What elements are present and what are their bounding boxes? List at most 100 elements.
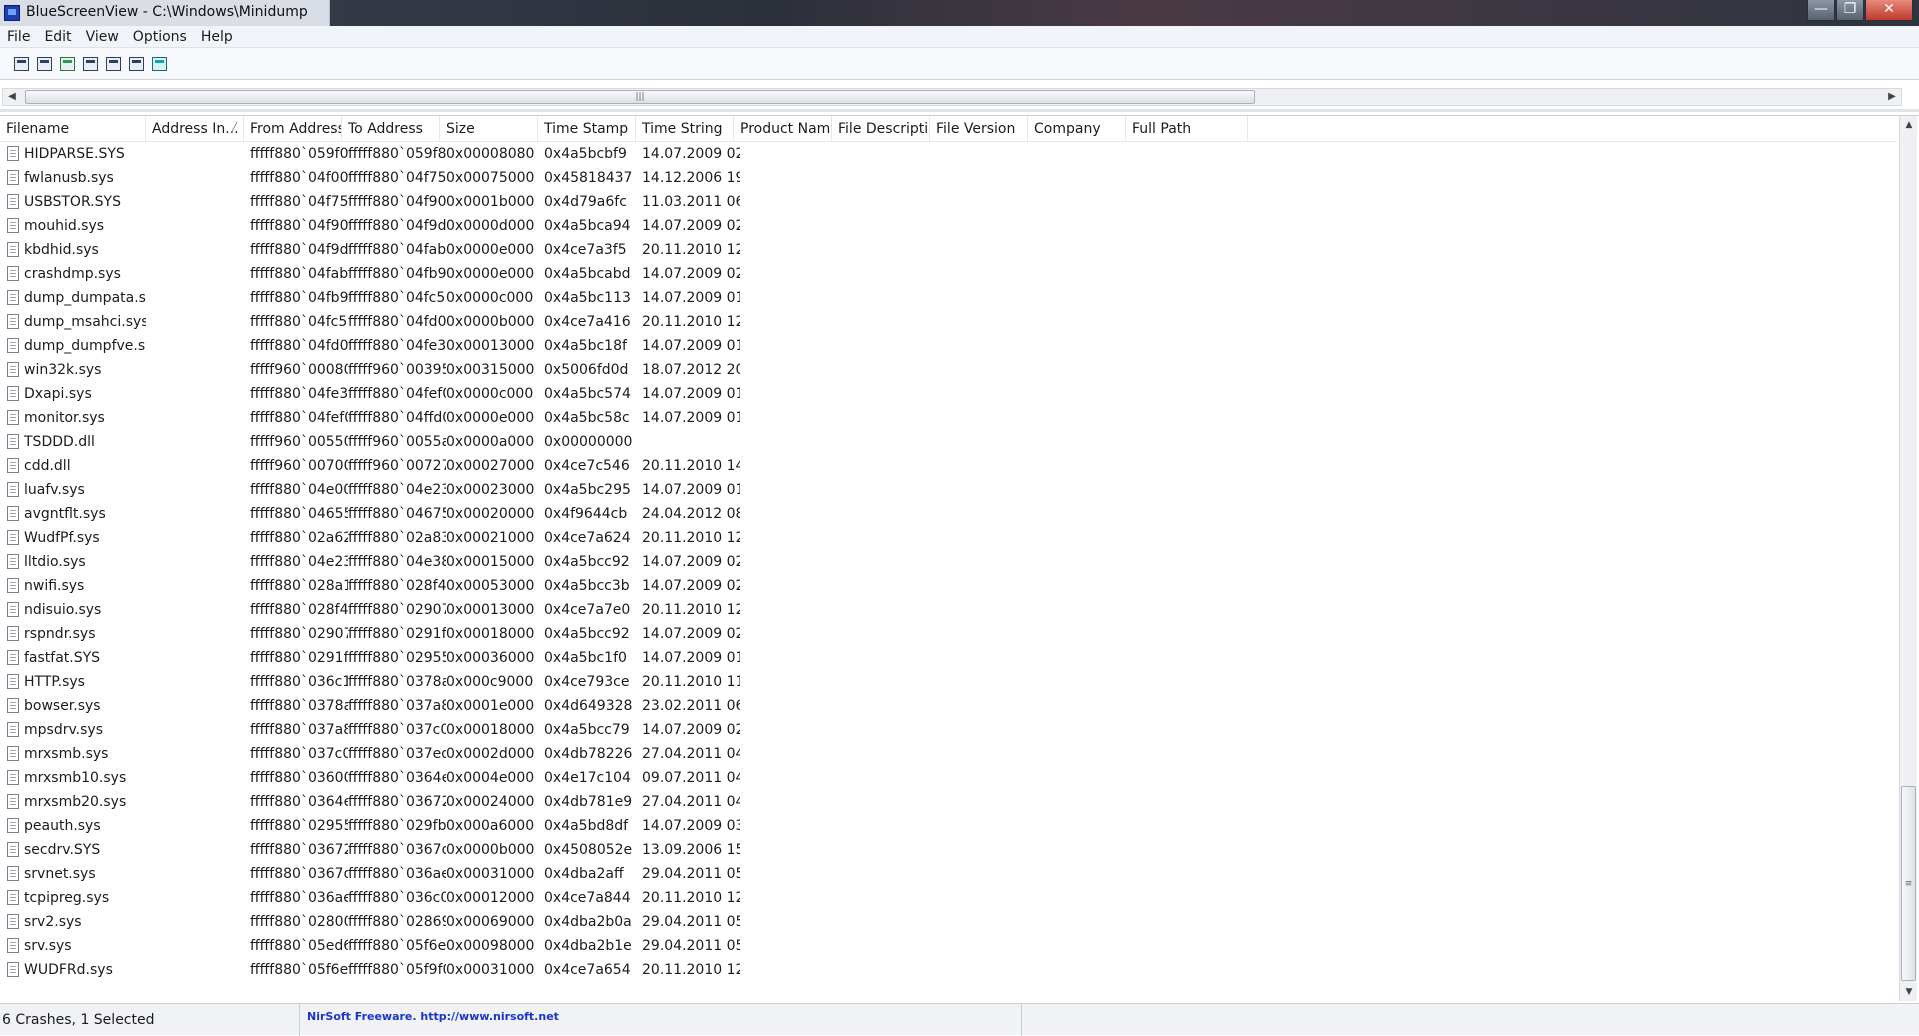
table-row[interactable]: WUDFRd.sys fffff880`05f6e0...fffff880`05f… [0,958,1897,982]
cell-time-string: 20.11.2010 14:... [642,458,740,474]
table-row[interactable]: kbdhid.sys fffff880`04f9d0...fffff880`04f… [0,238,1897,262]
cell-filename: monitor.sys [24,410,105,426]
table-row[interactable]: win32k.sys fffff960`00080...fffff960`0039… [0,358,1897,382]
table-row[interactable]: srv.sys fffff880`05ed6...fffff880`05f6e0.… [0,934,1897,958]
nirsoft-link[interactable]: NirSoft Freeware. http://www.nirsoft.net [307,1010,559,1023]
table-row[interactable]: secdrv.SYS fffff880`03672...fffff880`0367… [0,838,1897,862]
find-icon[interactable] [125,53,147,75]
column-size[interactable]: Size [440,116,538,142]
cell-time-string: 09.07.2011 04:... [642,770,740,786]
table-row[interactable]: fastfat.SYS fffff880`0291f0...fffff880`02… [0,646,1897,670]
cell-address-in-stack [146,910,244,934]
table-row[interactable]: avgntflt.sys fffff880`04655...fffff880`04… [0,502,1897,526]
scroll-up-icon[interactable]: ▲ [1900,116,1918,134]
column-product-name[interactable]: Product Name [734,116,832,142]
table-row[interactable]: WudfPf.sys fffff880`02a62...fffff880`02a8… [0,526,1897,550]
cell-address-in-stack [146,334,244,358]
table-row[interactable]: lltdio.sys fffff880`04e23...fffff880`04e3… [0,550,1897,574]
scroll-down-icon[interactable]: ▼ [1900,983,1918,1001]
table-row[interactable]: nwifi.sys fffff880`028a1...fffff880`028f4… [0,574,1897,598]
cell-time-string: 14.07.2009 01:... [642,410,740,426]
column-full-path[interactable]: Full Path [1126,116,1248,142]
column-time-string[interactable]: Time String [636,116,734,142]
copy-icon[interactable] [79,53,101,75]
table-row[interactable]: mrxsmb10.sys fffff880`03600...fffff880`03… [0,766,1897,790]
cell-address-in-stack [146,286,244,310]
driver-list[interactable]: Filename Address In... ╱ From Address To … [0,115,1919,1001]
column-filename[interactable]: Filename [0,116,146,142]
table-row[interactable]: USBSTOR.SYS fffff880`04f750...fffff880`04… [0,190,1897,214]
cell-filename: srv.sys [24,938,72,954]
cell-to-address: fffff880`04ffd0... [348,410,446,426]
driver-file-icon [7,602,19,617]
maximize-button[interactable]: ❐ [1836,0,1864,21]
table-row[interactable]: peauth.sys fffff880`02955...fffff880`029f… [0,814,1897,838]
driver-rows: HIDPARSE.SYSfffff880`059f00...fffff880`0… [0,142,1897,1001]
column-from-address[interactable]: From Address [244,116,342,142]
minimize-button[interactable]: — [1807,0,1835,21]
close-button[interactable]: ✕ [1865,0,1913,21]
table-row[interactable]: mrxsmb20.sys fffff880`0364e...fffff880`03… [0,790,1897,814]
table-row[interactable]: fwlanusb.sys fffff880`04f000...fffff880`0… [0,166,1897,190]
scroll-left-icon[interactable]: ◀ [3,89,21,105]
table-row[interactable]: mouhid.sys fffff880`04f900...fffff880`04f… [0,214,1897,238]
column-to-address[interactable]: To Address [342,116,440,142]
column-address-in-stack[interactable]: Address In... ╱ [146,116,244,142]
table-row[interactable]: crashdmp.sys fffff880`04fab0...fffff880`0… [0,262,1897,286]
table-row[interactable]: bowser.sys fffff880`0378a...fffff880`037a… [0,694,1897,718]
cell-from-address: fffff880`02800... [250,914,348,930]
vertical-scroll-thumb[interactable]: ≡ [1901,786,1916,981]
table-row[interactable]: HIDPARSE.SYS fffff880`059f00...fffff880`0… [0,142,1897,166]
advanced-options-icon[interactable] [102,53,124,75]
status-crash-count: 6 Crashes, 1 Selected [0,1004,300,1036]
scroll-right-icon[interactable]: ▶ [1883,89,1901,105]
menu-options[interactable]: Options [126,26,194,48]
table-row[interactable]: monitor.sys fffff880`04fef0...fffff880`04… [0,406,1897,430]
driver-file-icon [7,794,19,809]
cell-from-address: fffff880`028a1... [250,578,348,594]
table-row[interactable]: cdd.dll fffff960`00700...fffff960`00727..… [0,454,1897,478]
table-row[interactable]: dump_msahci.sys fffff880`04fc50...fffff88… [0,310,1897,334]
cell-filename: cdd.dll [24,458,71,474]
vertical-scrollbar[interactable]: ▲ ≡ ▼ [1899,116,1917,1001]
table-row[interactable]: srv2.sys fffff880`02800...fffff880`02869.… [0,910,1897,934]
horizontal-scroll-thumb[interactable]: ||| [25,90,1255,104]
cell-address-in-stack [146,262,244,286]
column-file-description[interactable]: File Description [832,116,930,142]
table-row[interactable]: rspndr.sys fffff880`02907...fffff880`0291… [0,622,1897,646]
table-row[interactable]: srvnet.sys fffff880`0367d...fffff880`036a… [0,862,1897,886]
table-row[interactable]: Dxapi.sys fffff880`04fe30...fffff880`04fe… [0,382,1897,406]
cell-address-in-stack [146,166,244,190]
cell-from-address: fffff880`05ed6... [250,938,348,954]
cell-filename: dump_dumpata.sys [24,290,146,306]
exit-icon[interactable] [148,53,170,75]
table-row[interactable]: TSDDD.dll fffff960`00550...fffff960`0055a… [0,430,1897,454]
column-file-version[interactable]: File Version [930,116,1028,142]
cell-size: 0x0000d000 [446,218,535,234]
table-row[interactable]: dump_dumpata.sys fffff880`04fb90...fffff8… [0,286,1897,310]
menu-view[interactable]: View [79,26,126,48]
cell-time-stamp: 0x4a5bc295 [544,482,631,498]
menu-edit[interactable]: Edit [37,26,78,48]
properties-icon[interactable] [10,53,32,75]
table-row[interactable]: luafv.sys fffff880`04e00...fffff880`04e23… [0,478,1897,502]
cell-from-address: fffff880`04fef0... [250,410,348,426]
refresh-icon[interactable] [56,53,78,75]
cell-size: 0x00008080 [446,146,535,162]
table-row[interactable]: HTTP.sys fffff880`036c1...fffff880`0378a.… [0,670,1897,694]
table-row[interactable]: tcpipreg.sys fffff880`036ae...fffff880`03… [0,886,1897,910]
table-row[interactable]: mrxsmb.sys fffff880`037c0...fffff880`037e… [0,742,1897,766]
table-row[interactable]: dump_dumpfve.sys fffff880`04fd00...fffff8… [0,334,1897,358]
column-company[interactable]: Company [1028,116,1126,142]
table-row[interactable]: mpsdrv.sys fffff880`037a8...fffff880`037c… [0,718,1897,742]
menu-file[interactable]: File [0,26,37,48]
horizontal-scrollbar[interactable]: ◀ ||| ▶ [2,88,1902,106]
crash-list-pane[interactable]: ◀ ||| ▶ [0,80,1919,112]
cell-to-address: fffff880`03672... [348,794,446,810]
save-icon[interactable] [33,53,55,75]
column-time-stamp[interactable]: Time Stamp [538,116,636,142]
menu-help[interactable]: Help [194,26,240,48]
app-icon[interactable] [4,5,20,21]
cell-from-address: fffff960`00700... [250,458,348,474]
table-row[interactable]: ndisuio.sys fffff880`028f40...fffff880`02… [0,598,1897,622]
